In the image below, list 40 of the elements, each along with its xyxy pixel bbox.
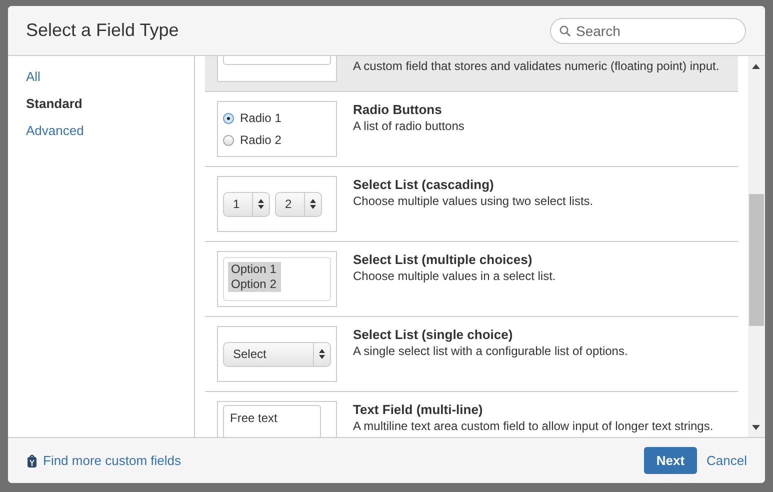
scroll-up-icon xyxy=(752,64,760,69)
select-control: 2 xyxy=(275,192,322,216)
cancel-link[interactable]: Cancel xyxy=(706,453,747,468)
field-type-title: Select List (single choice) xyxy=(353,327,514,343)
field-type-description: A list of radio buttons xyxy=(353,118,464,134)
field-type-description: Choose multiple values in a select list. xyxy=(353,268,556,284)
field-type-item[interactable]: Select Select List (single choice) A single select list with a configurable list of options. xyxy=(205,317,738,392)
search-icon xyxy=(559,24,571,36)
radio-label: Radio 1 xyxy=(240,111,282,125)
list-option: Option 2 xyxy=(231,277,276,292)
field-type-item[interactable]: A custom field that stores and validates numeric (floating point) input. xyxy=(205,56,738,92)
sidebar-item[interactable]: Advanced xyxy=(26,122,84,140)
scrollbar[interactable] xyxy=(748,56,765,437)
find-more-link[interactable]: Find more custom fields xyxy=(27,453,181,468)
radio-label: Radio 2 xyxy=(240,133,282,147)
search-field[interactable]: Search xyxy=(550,18,746,44)
sidebar-item[interactable]: All xyxy=(26,68,40,86)
updown-icon xyxy=(258,199,264,209)
dialog-title: Select a Field Type xyxy=(26,20,179,41)
field-type-title: Radio Buttons xyxy=(353,102,443,118)
field-type-description: A single select list with a configurable list of options. xyxy=(353,343,628,359)
field-type-item[interactable]: Option 1 Option 2 Select List (multiple choices) Choose multiple values in a select list. xyxy=(205,242,738,317)
select-control: Select xyxy=(223,342,331,366)
scroll-down-icon xyxy=(752,425,760,430)
field-type-title: Select List (cascading) xyxy=(353,177,495,193)
field-type-title: Select List (multiple choices) xyxy=(353,252,534,268)
field-type-title: Text Field (multi-line) xyxy=(353,402,484,418)
updown-icon xyxy=(310,199,316,209)
sidebar-item[interactable]: Standard xyxy=(26,95,82,113)
field-type-item[interactable]: Radio 1 Radio 2 Radio Buttons A list of radio buttons xyxy=(205,92,738,167)
bag-icon xyxy=(27,454,37,468)
scrollbar-thumb[interactable] xyxy=(749,194,764,326)
field-type-description: A multiline text area custom field to allow input of longer text strings. xyxy=(353,418,714,434)
select-control: 1 xyxy=(223,192,270,216)
next-button[interactable]: Next xyxy=(644,447,697,474)
list-option: Option 1 xyxy=(231,262,276,277)
field-type-item[interactable]: 1 2 Select List (cascading) Choose multiple values using two select lists. xyxy=(205,167,738,242)
field-type-description: A custom field that stores and validates numeric (floating point) input. xyxy=(353,58,720,74)
field-type-description: Choose multiple values using two select lists. xyxy=(353,193,594,209)
updown-icon xyxy=(319,349,325,359)
